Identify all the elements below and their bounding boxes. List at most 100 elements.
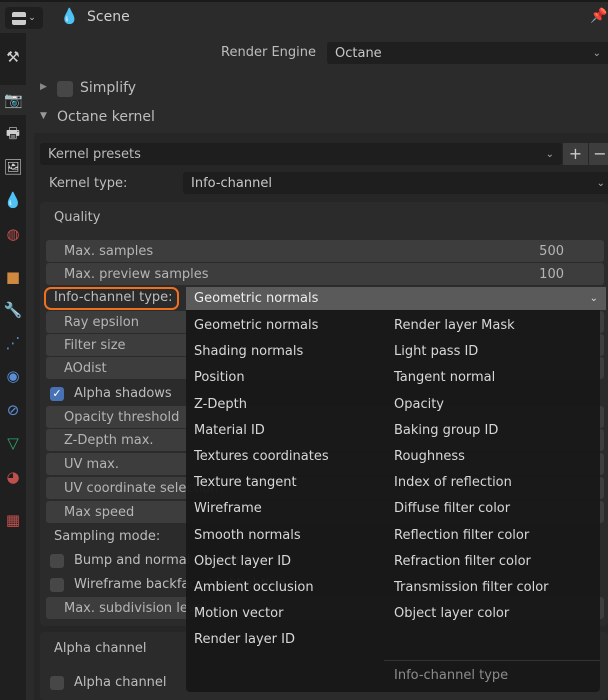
menu-item[interactable]: Reflection filter color	[394, 528, 529, 543]
wireframe-backface-checkbox[interactable]	[50, 578, 64, 592]
object-tab[interactable]: ■	[0, 262, 26, 292]
render-engine-value: Octane	[335, 45, 382, 61]
menu-item[interactable]: Refraction filter color	[394, 554, 531, 569]
menu-item[interactable]: Geometric normals	[194, 318, 318, 333]
render-engine-label: Render Engine	[221, 45, 316, 60]
octane-kernel-panel-header[interactable]: Octane kernel	[57, 109, 155, 125]
alpha-channel-label: Alpha channel	[74, 675, 167, 690]
kernel-type-dropdown[interactable]: Info-channel ⌄	[183, 172, 608, 194]
constraints-tab[interactable]: ⊘	[0, 395, 26, 425]
field-label: Z-Depth max.	[64, 432, 154, 448]
scene-icon: 💧	[3, 191, 23, 209]
output-icon: 🖶	[5, 123, 21, 142]
physics-icon: ◉	[6, 367, 20, 385]
output-tab[interactable]: 🖶	[0, 120, 26, 150]
simplify-panel-header[interactable]: Simplify	[80, 80, 136, 96]
menu-item[interactable]: Motion vector	[194, 606, 283, 621]
properties-editor-icon	[12, 11, 27, 25]
pin-icon[interactable]: 📌	[590, 8, 607, 24]
expand-triangle-icon[interactable]: ▶	[40, 82, 47, 92]
menu-item[interactable]: Shading normals	[194, 344, 303, 359]
sampling-mode-label: Sampling mode:	[54, 529, 161, 544]
quality-header[interactable]: Quality	[54, 210, 100, 225]
kernel-type-label: Kernel type:	[49, 176, 128, 191]
info-channel-type-dropdown[interactable]: Geometric normals ⌄	[186, 287, 606, 310]
chevron-down-icon: ⌄	[592, 47, 601, 59]
view-layer-icon: 🖼	[3, 158, 23, 176]
menu-item[interactable]: Diffuse filter color	[394, 501, 510, 516]
material-tab[interactable]: ◕	[0, 462, 26, 492]
remove-preset-button[interactable]: −	[589, 143, 608, 165]
menu-item[interactable]: Position	[194, 370, 245, 385]
menu-item[interactable]: Object layer ID	[194, 554, 291, 569]
render-tab[interactable]: 📷	[0, 85, 27, 115]
menu-item[interactable]: Material ID	[194, 423, 265, 438]
menu-item[interactable]: Render layer Mask	[394, 318, 515, 333]
field-label: Max speed	[64, 504, 135, 520]
constraints-icon: ⊘	[6, 401, 20, 419]
max-preview-samples-field[interactable]: Max. preview samples 100	[46, 263, 604, 285]
menu-item[interactable]: Baking group ID	[394, 423, 498, 438]
chevron-down-icon: ⌄	[545, 148, 554, 160]
modifier-tab[interactable]: 🔧	[0, 295, 26, 325]
menu-divider	[384, 660, 600, 661]
collapse-triangle-icon[interactable]: ▼	[40, 111, 47, 121]
kernel-presets-dropdown[interactable]: Kernel presets ⌄	[40, 143, 562, 165]
info-channel-type-menu: Info-channel type Geometric normals Shadi…	[186, 310, 600, 692]
field-label: Ray epsilon	[64, 314, 139, 330]
menu-item[interactable]: Opacity	[394, 397, 444, 412]
field-label: Max. preview samples	[64, 266, 209, 282]
menu-item[interactable]: Texture tangent	[194, 475, 297, 490]
menu-item[interactable]: Textures coordinates	[194, 449, 329, 464]
world-icon: ◍	[6, 225, 20, 243]
menu-item[interactable]: Z-Depth	[194, 397, 247, 412]
chevron-down-icon: ⌄	[28, 13, 36, 23]
menu-item[interactable]: Ambient occlusion	[194, 580, 314, 595]
bump-normal-checkbox[interactable]	[50, 554, 64, 568]
field-label: AOdist	[64, 360, 107, 376]
view-layer-tab[interactable]: 🖼	[0, 152, 26, 182]
alpha-shadows-checkbox[interactable]: ✓	[50, 387, 64, 401]
max-samples-field[interactable]: Max. samples 500	[46, 240, 604, 262]
properties-header: ⌄ 💧 Scene 📌	[0, 0, 608, 33]
tool-tab[interactable]: ⚒	[0, 42, 26, 72]
particles-tab[interactable]: ⋰	[0, 328, 26, 358]
modifier-icon: 🔧	[3, 301, 23, 319]
menu-item[interactable]: Smooth normals	[194, 528, 301, 543]
scene-tab[interactable]: 💧	[0, 185, 26, 215]
menu-item[interactable]: Render layer ID	[194, 632, 295, 647]
particles-icon: ⋰	[5, 334, 21, 352]
physics-tab[interactable]: ◉	[0, 361, 26, 391]
editor-type-button[interactable]: ⌄	[5, 7, 43, 29]
kernel-type-value: Info-channel	[191, 175, 272, 191]
object-data-tab[interactable]: ▽	[0, 428, 26, 458]
add-preset-button[interactable]: +	[563, 143, 588, 165]
header-title: Scene	[87, 9, 130, 25]
field-value: 100	[539, 266, 564, 282]
menu-item[interactable]: Index of reflection	[394, 475, 512, 490]
object-data-icon: ▽	[7, 434, 19, 452]
menu-item[interactable]: Object layer color	[394, 606, 509, 621]
chevron-down-icon: ⌄	[589, 293, 598, 304]
chevron-down-icon: ⌄	[596, 177, 605, 189]
info-channel-type-value: Geometric normals	[194, 291, 319, 306]
texture-tab[interactable]: ▦	[0, 505, 26, 535]
info-channel-type-label: Info-channel type:	[54, 290, 173, 305]
render-engine-dropdown[interactable]: Octane ⌄	[327, 42, 608, 64]
alpha-shadows-label: Alpha shadows	[74, 386, 172, 401]
properties-tabs: ⚒ 📷 🖶 🖼 💧 ◍ ■ 🔧 ⋰ ◉ ⊘ ▽ ◕ ▦	[0, 33, 27, 700]
menu-item[interactable]: Roughness	[394, 449, 465, 464]
world-tab[interactable]: ◍	[0, 219, 26, 249]
texture-icon: ▦	[5, 511, 21, 529]
menu-item[interactable]: Transmission filter color	[394, 580, 549, 595]
alpha-channel-header[interactable]: Alpha channel	[54, 641, 147, 656]
alpha-channel-checkbox[interactable]	[50, 676, 64, 690]
kernel-presets-label: Kernel presets	[48, 146, 141, 162]
menu-item[interactable]: Light pass ID	[394, 344, 478, 359]
menu-item[interactable]: Tangent normal	[394, 370, 495, 385]
field-label: Opacity threshold	[64, 409, 180, 425]
menu-item[interactable]: Wireframe	[194, 501, 262, 516]
field-value: 500	[539, 243, 564, 259]
simplify-checkbox[interactable]	[57, 81, 73, 97]
render-icon: 📷	[4, 91, 23, 109]
